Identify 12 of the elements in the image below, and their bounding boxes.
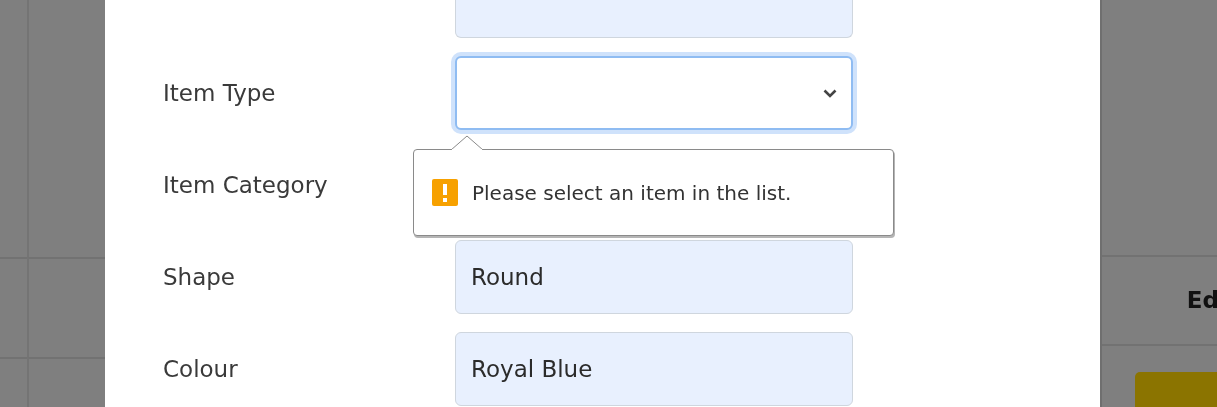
input-field[interactable]: Royal Blue [455,332,853,406]
warning-icon [432,179,458,206]
field-label: Item Category [163,172,328,198]
tooltip-message: Please select an item in the list. [472,180,792,205]
field-label: Item Type [163,80,276,106]
chevron-down-icon [823,88,837,98]
button[interactable] [1135,371,1217,407]
input-field[interactable]: Round [455,240,853,314]
column-header: Ed [1186,287,1217,314]
field-label: Shape [163,264,236,290]
field-label: Colour [163,356,238,382]
input-field[interactable] [455,0,853,38]
